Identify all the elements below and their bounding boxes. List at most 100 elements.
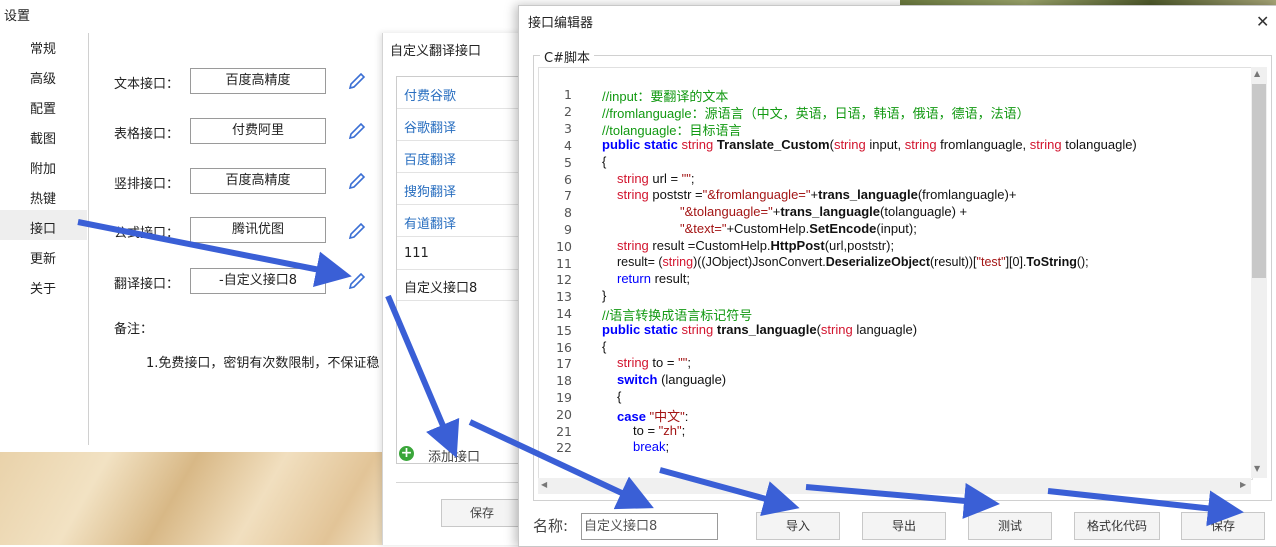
table-api-label: 表格接口： — [114, 127, 180, 142]
line-number: 1 — [564, 87, 572, 102]
nav-item-update[interactable]: 更新 — [30, 248, 56, 267]
code-text: { — [602, 154, 607, 169]
scroll-right-icon[interactable]: ▶ — [1240, 480, 1246, 489]
code-line-7: string poststr ="&fromlanguagle="+trans_… — [617, 187, 1016, 202]
test-button[interactable]: 测试 — [968, 512, 1052, 540]
line-number: 17 — [556, 356, 572, 371]
code-type: string — [681, 322, 714, 337]
code-text: { — [617, 389, 622, 404]
scroll-up-icon[interactable]: ▲ — [1254, 69, 1260, 78]
translate-api-value[interactable]: -自定义接口8 — [190, 268, 326, 294]
pencil-icon[interactable] — [346, 220, 368, 242]
nav-item-advanced[interactable]: 高级 — [30, 68, 56, 87]
list-divider — [397, 236, 521, 237]
pencil-icon[interactable] — [346, 270, 368, 292]
line-number: 13 — [556, 289, 572, 304]
code-text: poststr = — [648, 187, 703, 202]
code-text: ; — [687, 355, 691, 370]
scroll-down-icon[interactable]: ▼ — [1254, 464, 1260, 473]
code-line-18: switch (languagle) — [617, 372, 726, 387]
code-method: trans_languagle — [818, 187, 918, 202]
code-method: Translate_Custom — [713, 137, 830, 152]
vertical-scrollbar-thumb[interactable] — [1252, 84, 1266, 278]
pencil-icon[interactable] — [346, 170, 368, 192]
code-text: )((JObject)JsonConvert. — [693, 255, 826, 269]
script-group-label: C#脚本 — [540, 47, 594, 66]
export-button[interactable]: 导出 — [862, 512, 946, 540]
code-text: } — [602, 288, 607, 303]
code-keyword: return — [617, 271, 651, 286]
list-item[interactable]: 有道翻译 — [404, 213, 456, 232]
notes-text: 1.免费接口，密钥有次数限制，不保证稳 — [146, 356, 380, 371]
notes-label: 备注： — [114, 322, 154, 337]
code-text: result; — [650, 271, 690, 286]
format-code-button[interactable]: 格式化代码 — [1074, 512, 1160, 540]
line-number: 15 — [556, 323, 572, 338]
scroll-left-icon[interactable]: ◀ — [541, 480, 547, 489]
text-api-label: 文本接口： — [114, 77, 180, 92]
code-line-11: result= (string)((JObject)JsonConvert.De… — [617, 255, 1089, 269]
line-number: 3 — [564, 121, 572, 136]
formula-api-value[interactable]: 腾讯优图 — [190, 217, 326, 243]
code-text: (); — [1076, 255, 1089, 269]
list-item[interactable]: 自定义接口8 — [404, 277, 477, 296]
list-item[interactable]: 111 — [404, 246, 429, 261]
name-label: 名称: — [533, 517, 569, 535]
list-divider — [397, 140, 521, 141]
translate-api-label: 翻译接口： — [114, 277, 180, 292]
nav-item-screenshot[interactable]: 截图 — [30, 128, 56, 147]
code-text: result= ( — [617, 255, 663, 269]
code-comment: //语言转换成语言标记符号 — [602, 308, 753, 323]
list-item[interactable]: 搜狗翻译 — [404, 181, 456, 200]
code-text: url = — [648, 171, 682, 186]
code-line-9: "&text="+CustomHelp.SetEncode(input); — [680, 221, 917, 236]
list-divider — [397, 269, 521, 270]
code-string: "" — [681, 171, 691, 186]
nav-item-general[interactable]: 常规 — [30, 38, 56, 57]
line-number: 16 — [556, 340, 572, 355]
vertical-api-value[interactable]: 百度高精度 — [190, 168, 326, 194]
code-text: ][0]. — [1005, 255, 1027, 269]
code-line-16: { — [602, 339, 606, 354]
list-item[interactable]: 谷歌翻译 — [404, 117, 456, 136]
list-divider — [397, 172, 521, 173]
name-input[interactable]: 自定义接口8 — [581, 513, 718, 540]
horizontal-scrollbar[interactable] — [538, 478, 1251, 494]
pencil-icon[interactable] — [346, 120, 368, 142]
pencil-icon[interactable] — [346, 70, 368, 92]
code-line-12: return result; — [617, 271, 690, 286]
code-string: "&text=" — [680, 221, 727, 236]
close-icon[interactable]: ✕ — [1256, 12, 1269, 31]
list-item[interactable]: 百度翻译 — [404, 149, 456, 168]
nav-divider — [88, 33, 89, 445]
nav-item-hotkey[interactable]: 热键 — [30, 188, 56, 207]
code-text: (fromlanguagle)+ — [917, 187, 1017, 202]
custom-save-button[interactable]: 保存 — [441, 499, 523, 527]
code-string: "中文" — [649, 409, 685, 424]
list-divider — [397, 300, 521, 301]
editor-save-button[interactable]: 保存 — [1181, 512, 1265, 540]
list-item[interactable]: 付费谷歌 — [404, 85, 456, 104]
code-line-17: string to = ""; — [617, 355, 691, 370]
code-line-13: } — [602, 288, 606, 303]
nav-item-config[interactable]: 配置 — [30, 98, 56, 117]
code-text: (tolanguagle) + — [880, 204, 968, 219]
code-type: string — [617, 238, 649, 253]
text-api-value[interactable]: 百度高精度 — [190, 68, 326, 94]
line-number: 12 — [556, 272, 572, 287]
add-api-label[interactable]: 添加接口 — [428, 446, 480, 465]
nav-item-interface[interactable]: 接口 — [30, 218, 56, 237]
code-string: "test" — [976, 255, 1006, 269]
code-text: ; — [665, 439, 670, 454]
code-line-22: break; — [633, 439, 669, 454]
table-api-value[interactable]: 付费阿里 — [190, 118, 326, 144]
import-button[interactable]: 导入 — [756, 512, 840, 540]
nav-item-addon[interactable]: 附加 — [30, 158, 56, 177]
code-type: string — [820, 322, 853, 337]
code-comment: //tolanguagle：目标语言 — [602, 123, 742, 138]
code-method: trans_languagle — [780, 204, 881, 219]
code-method: HttpPost — [770, 238, 825, 253]
dialog-divider — [396, 482, 526, 483]
nav-item-about[interactable]: 关于 — [30, 278, 56, 297]
add-icon[interactable]: + — [399, 446, 414, 461]
